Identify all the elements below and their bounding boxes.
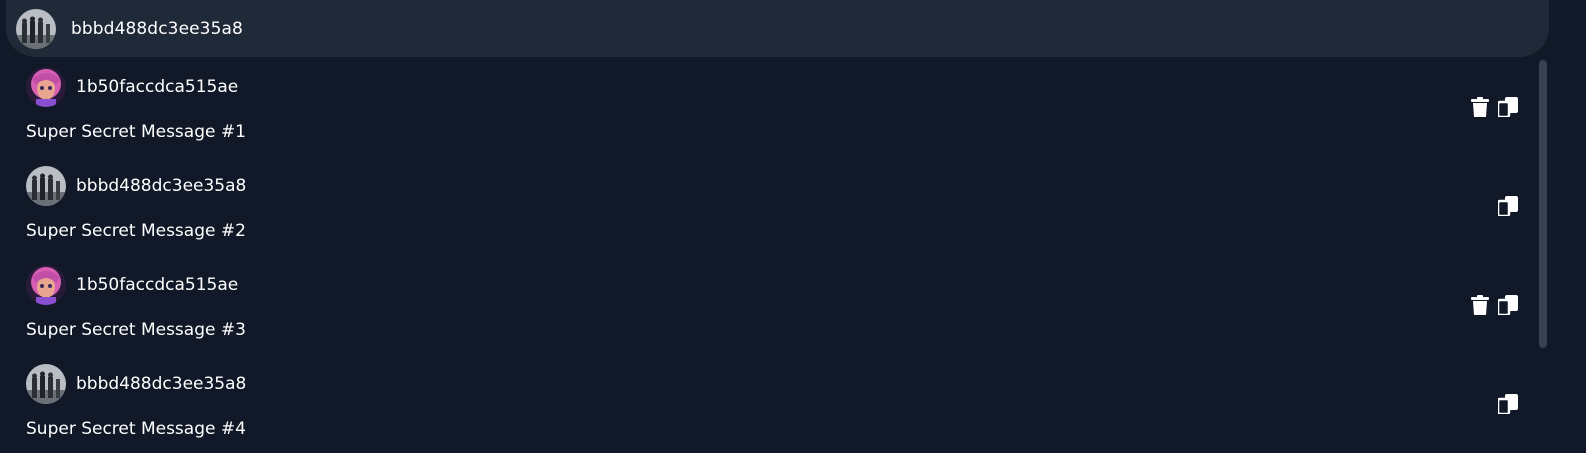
copy-icon[interactable] bbox=[1498, 195, 1518, 217]
chat-header: bbbd488dc3ee35a8 bbox=[6, 0, 1549, 57]
copy-icon[interactable] bbox=[1498, 393, 1518, 415]
message-item: bbbd488dc3ee35a8 Super Secret Message #4 bbox=[0, 354, 1530, 453]
group-photo-avatar[interactable] bbox=[26, 364, 66, 404]
trash-icon[interactable] bbox=[1470, 294, 1490, 316]
author-name: 1b50faccdca515ae bbox=[76, 275, 239, 295]
message-list-scrollbar[interactable] bbox=[1539, 60, 1547, 348]
copy-icon[interactable] bbox=[1498, 294, 1518, 316]
chat-title: bbbd488dc3ee35a8 bbox=[71, 18, 243, 39]
message-list[interactable]: 1b50faccdca515ae Super Secret Message #1 bbox=[0, 57, 1586, 453]
message-author: 1b50faccdca515ae bbox=[26, 67, 238, 107]
message-text: Super Secret Message #4 bbox=[26, 419, 246, 439]
pink-character-avatar[interactable] bbox=[26, 67, 66, 107]
message-actions bbox=[1470, 96, 1518, 118]
message-author: bbbd488dc3ee35a8 bbox=[26, 166, 246, 206]
author-name: 1b50faccdca515ae bbox=[76, 77, 239, 97]
message-text: Super Secret Message #1 bbox=[26, 122, 246, 142]
message-actions bbox=[1470, 294, 1518, 316]
group-photo-avatar[interactable] bbox=[26, 166, 66, 206]
message-item: 1b50faccdca515ae Super Secret Message #1 bbox=[0, 57, 1530, 156]
pink-character-avatar[interactable] bbox=[26, 265, 66, 305]
message-author: 1b50faccdca515ae bbox=[26, 265, 238, 305]
message-text: Super Secret Message #3 bbox=[26, 320, 246, 340]
message-item: bbbd488dc3ee35a8 Super Secret Message #2 bbox=[0, 156, 1530, 255]
copy-icon[interactable] bbox=[1498, 96, 1518, 118]
message-text: Super Secret Message #2 bbox=[26, 221, 246, 241]
message-author: bbbd488dc3ee35a8 bbox=[26, 364, 246, 404]
message-actions bbox=[1498, 195, 1518, 217]
group-avatar[interactable] bbox=[16, 8, 56, 49]
author-name: bbbd488dc3ee35a8 bbox=[76, 374, 247, 394]
chat-window: bbbd488dc3ee35a8 1b50faccdca515ae Super … bbox=[0, 0, 1586, 453]
author-name: bbbd488dc3ee35a8 bbox=[76, 176, 247, 196]
message-item: 1b50faccdca515ae Super Secret Message #3 bbox=[0, 255, 1530, 354]
trash-icon[interactable] bbox=[1470, 96, 1490, 118]
message-actions bbox=[1498, 393, 1518, 415]
